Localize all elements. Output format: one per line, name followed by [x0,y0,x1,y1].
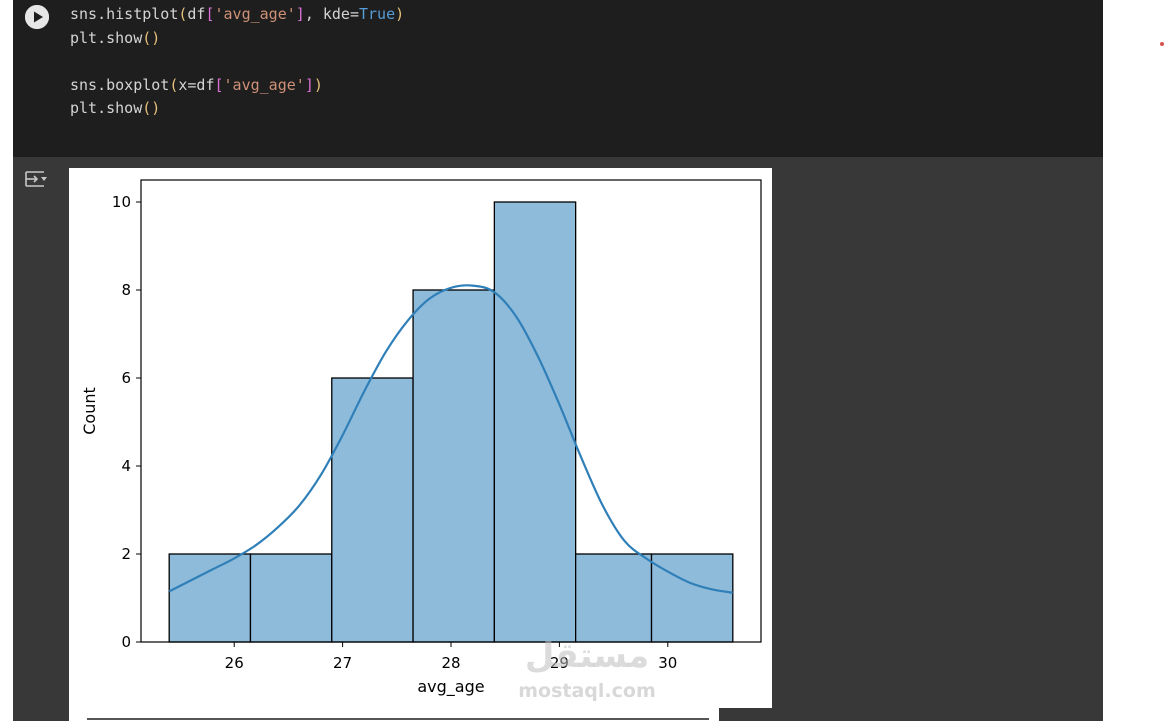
histogram-bar [249,553,333,643]
code-token: () [142,99,161,117]
code-line[interactable]: sns.histplot(df['avg_age'], kde=True) [70,3,404,27]
code-token: [ [214,75,224,94]
code-token: df [187,5,206,23]
histogram-bar [331,377,414,643]
histogram-bar [575,553,653,643]
code-token: () [142,28,161,47]
x-tick-label: 27 [333,654,352,672]
code-token: True [359,5,396,23]
x-tick-label: 26 [225,654,244,672]
y-tick-label: 10 [112,193,131,211]
histogram-figure: 0 2 4 6 8 10 26 27 28 29 30 avg_age Count [69,168,772,708]
code-line[interactable] [70,50,404,74]
code-token: sns.histplot [70,5,179,23]
output-toggle-button[interactable] [24,168,50,192]
x-tick-label: 28 [441,654,460,672]
y-tick-label: 6 [121,369,131,387]
code-token: plt.show [70,28,143,47]
code-token: ) [313,75,323,94]
x-tick-label: 30 [658,654,677,672]
status-dot [1160,42,1164,46]
code-token: x=df [178,75,215,94]
histogram-chart: 0 2 4 6 8 10 26 27 28 29 30 avg_age Count [80,179,762,697]
y-tick-label: 0 [121,633,131,651]
code-line[interactable]: sns.boxplot(x=df['avg_age']) [70,74,404,98]
histogram-bar [412,289,496,643]
histogram-bar [650,553,734,643]
histogram-bar [168,553,252,643]
play-icon [25,5,49,29]
right-pane [1103,0,1166,721]
output-toggle-icon [25,171,47,187]
code-token: ] [304,75,314,94]
y-axis-label: Count [80,387,99,435]
run-cell-button[interactable] [25,5,49,29]
boxplot-figure-partial [69,708,719,721]
code-token: sns.boxplot [70,75,170,94]
code-token: , kde= [304,5,359,23]
code-token: 'avg_age' [223,75,305,94]
y-tick-label: 8 [121,281,131,299]
left-margin [0,0,13,721]
boxplot-axes-top-edge [87,718,709,720]
y-tick-label: 2 [121,545,131,563]
code-line[interactable]: plt.show() [70,97,404,121]
histogram-bar [493,201,577,643]
code-token: [ [205,5,215,23]
code-token: ) [395,5,405,23]
code-token: plt.show [70,99,143,117]
code-line[interactable]: plt.show() [70,27,404,51]
x-axis-label: avg_age [417,677,484,697]
code-token: 'avg_age' [214,5,296,23]
y-tick-label: 4 [121,457,131,475]
code-token: ] [295,5,305,23]
x-tick-label: 29 [550,654,569,672]
code-editor[interactable]: sns.histplot(df['avg_age'], kde=True) plt… [70,3,404,121]
